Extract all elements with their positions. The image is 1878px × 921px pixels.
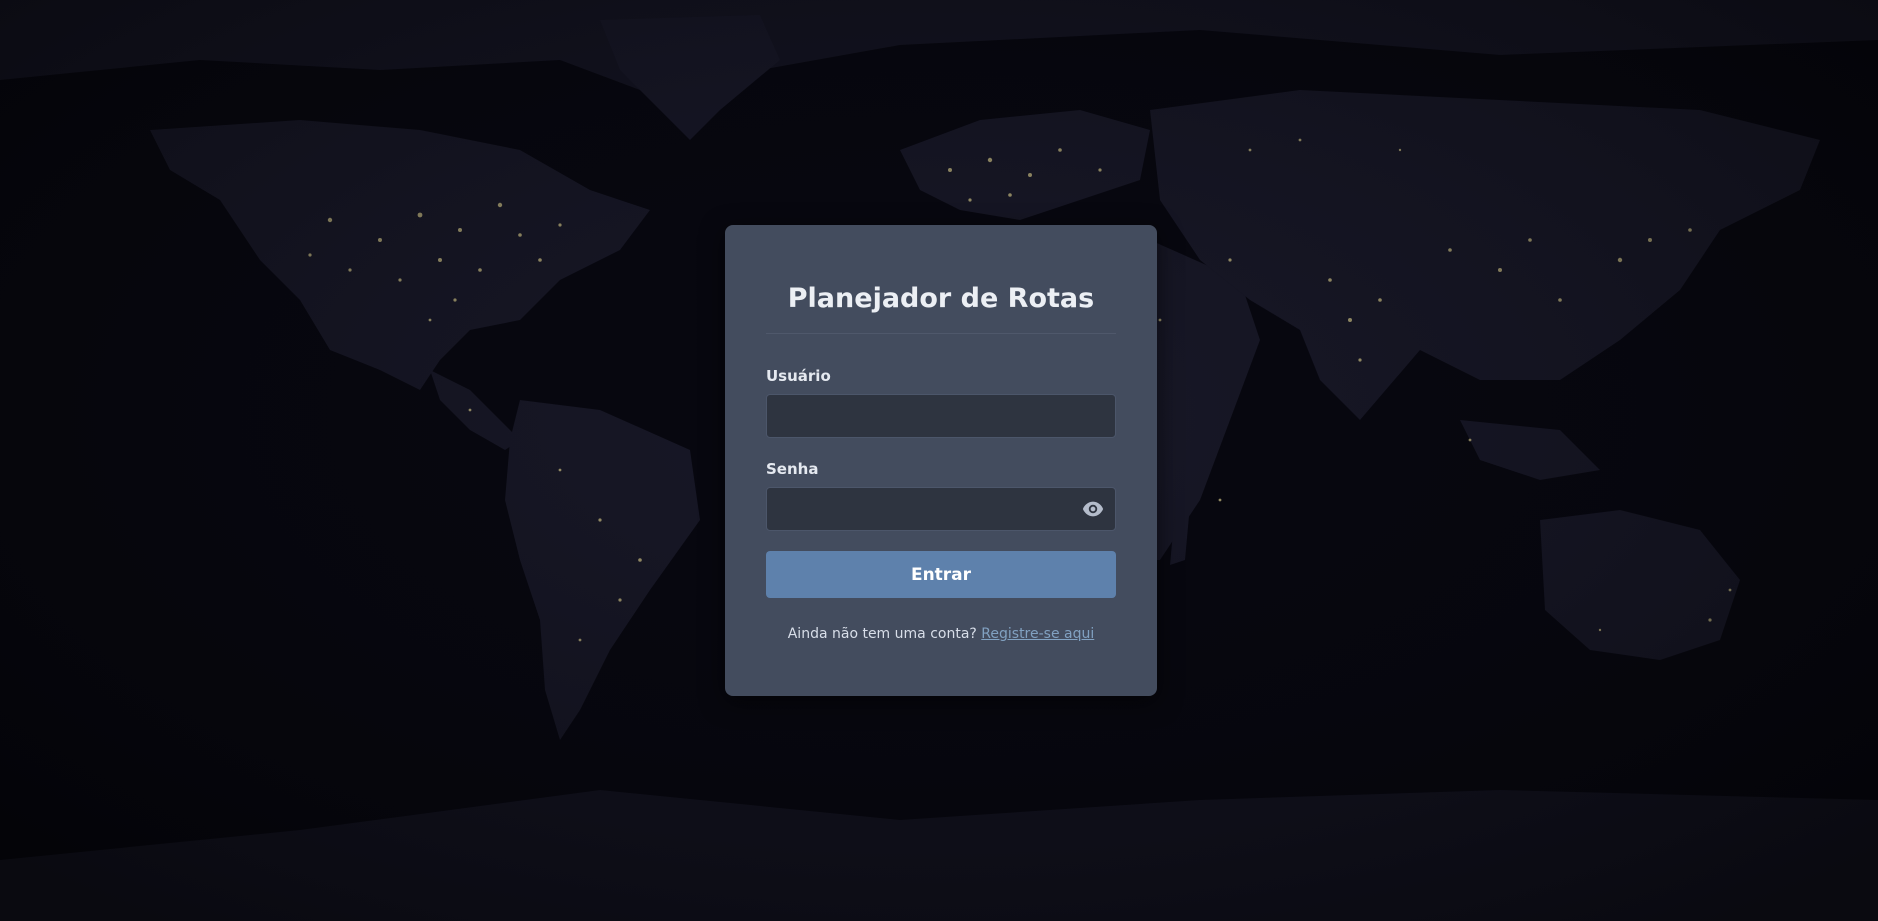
title-divider <box>766 333 1116 334</box>
password-input[interactable] <box>766 487 1116 531</box>
page-title: Planejador de Rotas <box>787 283 1095 314</box>
login-card: Planejador de Rotas Usuário Senha Entrar… <box>725 225 1157 696</box>
login-page: Planejador de Rotas Usuário Senha Entrar… <box>0 0 1878 921</box>
register-prompt-text: Ainda não tem uma conta? <box>787 626 977 642</box>
register-link[interactable]: Registre-se aqui <box>981 626 1094 642</box>
register-prompt-line: Ainda não tem uma conta? Registre-se aqu… <box>766 626 1116 642</box>
username-field-wrapper <box>766 394 1116 438</box>
login-button[interactable]: Entrar <box>766 551 1116 598</box>
password-field-wrapper <box>766 487 1116 531</box>
username-label: Usuário <box>766 367 831 385</box>
password-label: Senha <box>766 460 819 478</box>
username-input[interactable] <box>766 394 1116 438</box>
eye-icon[interactable] <box>1082 500 1104 518</box>
